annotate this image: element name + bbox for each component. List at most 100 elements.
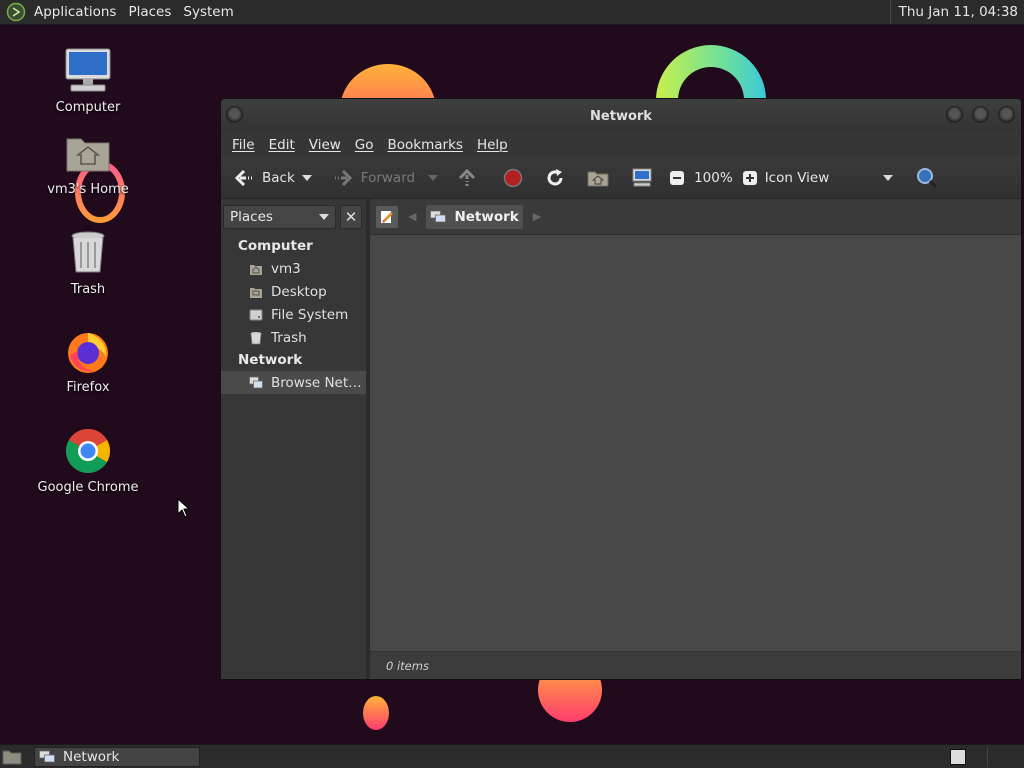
path-scroll-left-icon[interactable]: ◀ bbox=[408, 210, 416, 223]
reload-button[interactable] bbox=[540, 163, 570, 193]
home-folder-icon bbox=[587, 171, 609, 186]
zoom-out-button[interactable] bbox=[664, 163, 690, 193]
firefox-icon bbox=[68, 333, 108, 373]
show-desktop-icon bbox=[2, 750, 22, 764]
menu-view[interactable]: View bbox=[302, 137, 348, 153]
window-body: Places ✕ Computer vm3 Desktop File Syste… bbox=[221, 199, 1021, 679]
forward-button[interactable]: Forward bbox=[328, 163, 420, 193]
back-button[interactable]: Back bbox=[229, 163, 300, 193]
desktop-icon-home[interactable]: vm3's Home bbox=[33, 128, 143, 197]
maximize-button[interactable] bbox=[972, 106, 989, 123]
file-manager-window: Network File Edit View Go Bookmarks Help… bbox=[220, 98, 1022, 680]
menu-applications[interactable]: Applications bbox=[28, 4, 122, 20]
mate-logo-icon[interactable] bbox=[6, 2, 26, 22]
menu-go[interactable]: Go bbox=[348, 137, 381, 153]
search-button[interactable] bbox=[911, 163, 943, 193]
sidebar-type-select[interactable]: Places bbox=[223, 205, 336, 229]
view-mode-dropdown[interactable] bbox=[883, 174, 894, 181]
computer-icon bbox=[65, 48, 111, 92]
breadcrumb-network[interactable]: Network bbox=[426, 204, 523, 229]
drive-icon bbox=[249, 309, 263, 320]
desktop-icon-label: Google Chrome bbox=[37, 480, 139, 495]
forward-label: Forward bbox=[360, 169, 416, 186]
home-button[interactable] bbox=[582, 163, 614, 193]
menu-file[interactable]: File bbox=[225, 137, 262, 153]
computer-icon bbox=[632, 168, 652, 186]
menu-edit[interactable]: Edit bbox=[262, 137, 302, 153]
sidebar-item-label: Desktop bbox=[271, 283, 327, 300]
minimize-button[interactable] bbox=[946, 106, 963, 123]
up-arrow-icon bbox=[459, 168, 476, 186]
taskbar-item-network[interactable]: Network bbox=[34, 746, 200, 767]
home-folder-icon bbox=[66, 138, 110, 172]
toggle-location-entry-button[interactable] bbox=[376, 205, 398, 228]
sidebar-item-desktop[interactable]: Desktop bbox=[221, 280, 366, 303]
back-arrow-icon bbox=[234, 169, 252, 186]
stop-icon bbox=[503, 168, 523, 187]
desktop-icon-label: Computer bbox=[55, 100, 121, 115]
show-desktop-button[interactable] bbox=[0, 746, 24, 768]
view-mode-select[interactable]: Icon View bbox=[763, 163, 832, 193]
zoom-in-button[interactable] bbox=[737, 163, 763, 193]
desktop-icon-label: Trash bbox=[70, 282, 106, 297]
window-title: Network bbox=[590, 108, 652, 124]
sidebar-item-file-system[interactable]: File System bbox=[221, 303, 366, 326]
trash-icon bbox=[250, 331, 262, 344]
sidebar-section-computer: Computer bbox=[238, 238, 313, 254]
desktop-icon-label: vm3's Home bbox=[47, 182, 129, 197]
bottom-panel: Network bbox=[0, 744, 1024, 768]
trash-icon bbox=[71, 231, 105, 273]
desktop-icon-trash[interactable]: Trash bbox=[33, 228, 143, 297]
stop-button[interactable] bbox=[498, 163, 528, 193]
close-sidebar-button[interactable]: ✕ bbox=[340, 205, 362, 229]
sidebar-section-network: Network bbox=[238, 352, 303, 368]
taskbar-item-label: Network bbox=[63, 748, 120, 765]
workspace-switcher[interactable] bbox=[950, 748, 966, 765]
chrome-icon bbox=[66, 429, 110, 473]
chevron-down-icon bbox=[319, 214, 329, 220]
desktop-icon-computer[interactable]: Computer bbox=[33, 46, 143, 115]
sidebar-header: Places ✕ bbox=[221, 199, 366, 235]
network-icon bbox=[430, 210, 447, 222]
content-area: ◀ Network ▶ 0 items bbox=[370, 199, 1021, 679]
sidebar-item-label: File System bbox=[271, 306, 349, 323]
menu-help[interactable]: Help bbox=[470, 137, 515, 153]
network-icon bbox=[39, 750, 55, 762]
sidebar-item-browse-network[interactable]: Browse Net… bbox=[221, 371, 366, 394]
close-button[interactable] bbox=[998, 106, 1015, 123]
home-icon bbox=[250, 264, 262, 275]
panel-clock[interactable]: Thu Jan 11, 04:38 bbox=[889, 0, 1024, 24]
forward-history-dropdown[interactable] bbox=[428, 174, 439, 181]
network-icon bbox=[249, 376, 263, 388]
panel-separator bbox=[987, 747, 988, 767]
location-pathbar: ◀ Network ▶ bbox=[370, 199, 1021, 235]
search-icon bbox=[917, 167, 938, 188]
sidebar-item-vm3[interactable]: vm3 bbox=[221, 257, 366, 280]
window-menu-button[interactable] bbox=[226, 106, 243, 123]
computer-button[interactable] bbox=[626, 163, 658, 193]
desktop-icon-chrome[interactable]: Google Chrome bbox=[33, 426, 143, 495]
sidebar-item-trash[interactable]: Trash bbox=[221, 326, 366, 349]
sidebar-type-label: Places bbox=[230, 209, 273, 225]
menu-places[interactable]: Places bbox=[122, 4, 177, 20]
zoom-level[interactable]: 100% bbox=[690, 163, 737, 193]
window-menubar: File Edit View Go Bookmarks Help bbox=[221, 133, 1021, 157]
desktop-icon-firefox[interactable]: Firefox bbox=[33, 326, 143, 395]
sidebar-item-label: Trash bbox=[271, 329, 307, 346]
sidebar-item-label: Browse Net… bbox=[271, 374, 362, 391]
main-toolbar: Back Forward 100% Icon View bbox=[221, 157, 1021, 199]
status-bar: 0 items bbox=[370, 651, 1021, 679]
zoom-out-icon bbox=[670, 170, 685, 185]
back-history-dropdown[interactable] bbox=[301, 174, 312, 181]
window-titlebar[interactable]: Network bbox=[221, 99, 1021, 133]
mouse-cursor-icon bbox=[177, 498, 191, 518]
zoom-in-icon bbox=[742, 170, 757, 185]
top-menu: Applications Places System bbox=[0, 0, 240, 24]
file-view-pane[interactable] bbox=[370, 235, 1021, 651]
breadcrumb-label: Network bbox=[454, 208, 519, 225]
path-scroll-right-icon[interactable]: ▶ bbox=[533, 210, 541, 223]
back-label: Back bbox=[262, 169, 295, 186]
menu-bookmarks[interactable]: Bookmarks bbox=[381, 137, 470, 153]
up-button[interactable] bbox=[452, 163, 482, 193]
menu-system[interactable]: System bbox=[177, 4, 239, 20]
